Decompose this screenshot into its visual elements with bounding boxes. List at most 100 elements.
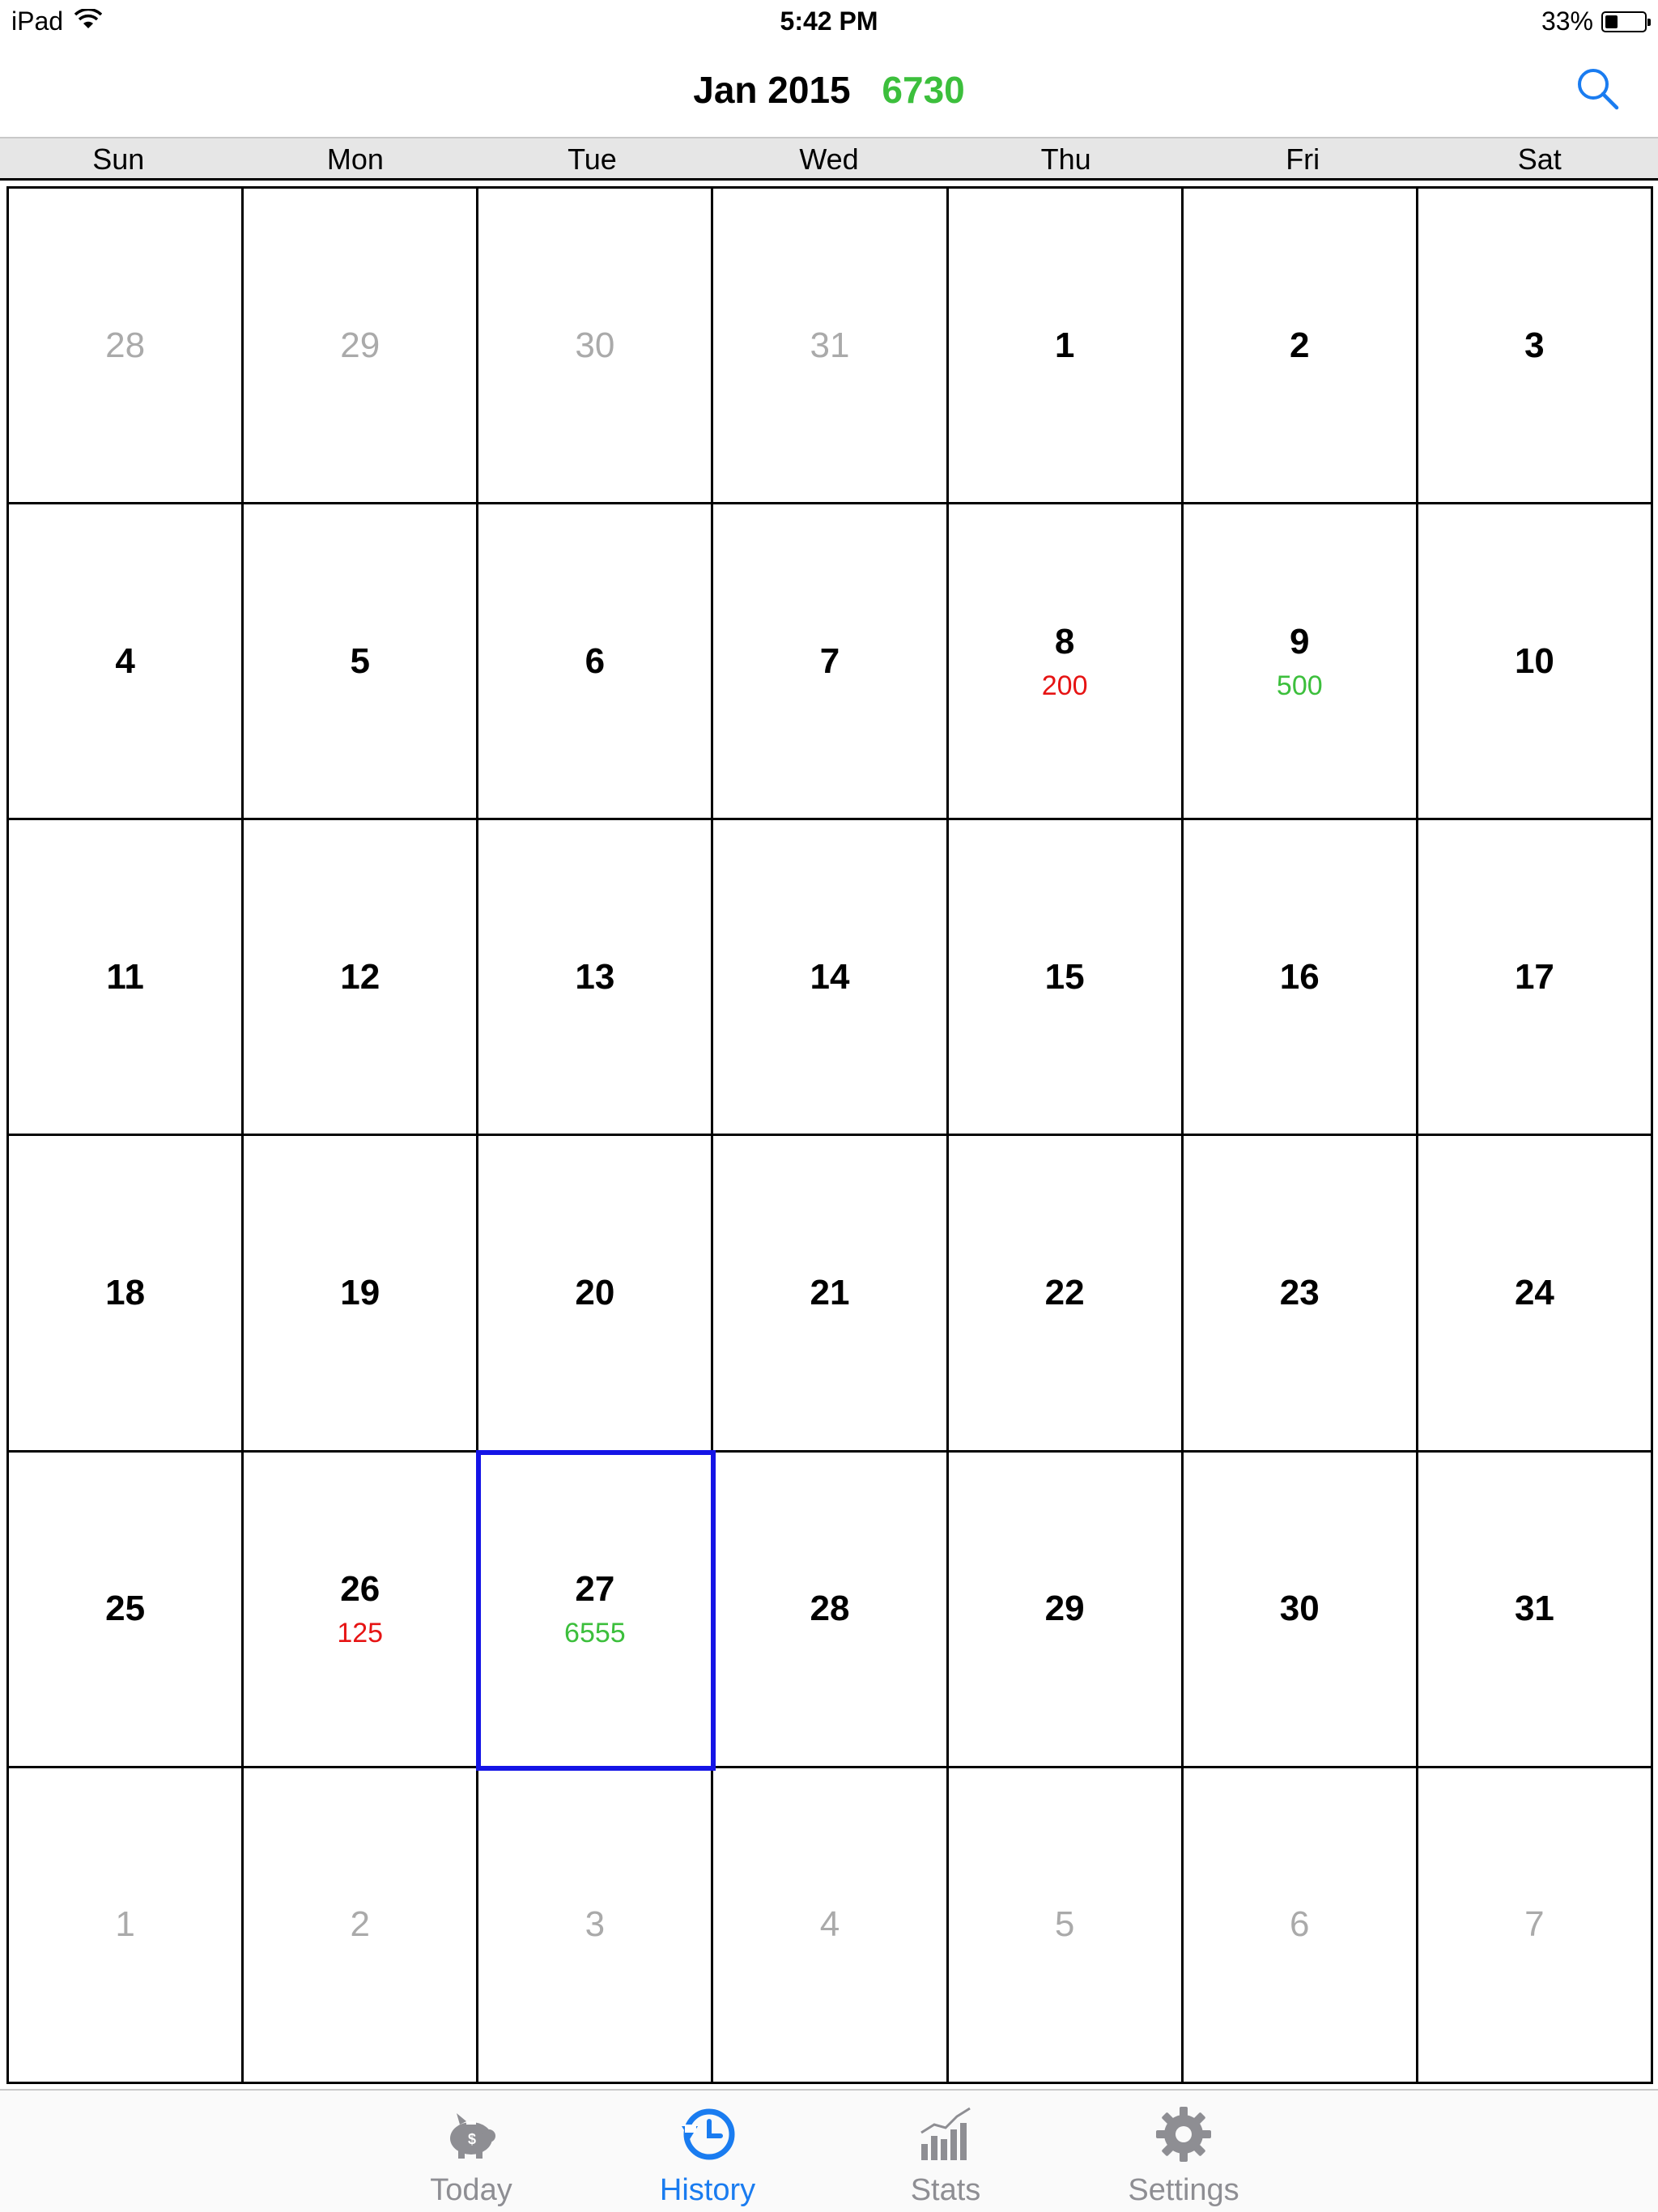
day-number: 12 xyxy=(340,956,380,997)
battery-icon xyxy=(1601,11,1651,32)
day-cell[interactable]: 19 xyxy=(244,1136,479,1453)
month-title: Jan 2015 xyxy=(693,69,851,111)
day-number: 27 xyxy=(575,1569,615,1610)
day-cell[interactable]: 10 xyxy=(1418,504,1653,821)
day-income-amount: 6555 xyxy=(564,1618,626,1649)
day-cell[interactable]: 4 xyxy=(9,504,244,821)
day-number: 3 xyxy=(585,1904,606,1945)
status-time: 5:42 PM xyxy=(780,6,878,36)
weekday-label: Fri xyxy=(1286,143,1320,176)
day-number: 13 xyxy=(575,956,615,997)
day-number: 30 xyxy=(1279,1589,1320,1629)
day-number: 7 xyxy=(1524,1904,1545,1945)
day-cell[interactable]: 15 xyxy=(948,820,1184,1137)
day-cell[interactable]: 11 xyxy=(9,820,244,1137)
day-cell[interactable]: 22 xyxy=(948,1136,1184,1453)
day-cell[interactable]: 13 xyxy=(478,820,714,1137)
day-cell[interactable]: 7 xyxy=(713,504,949,821)
tab-settings[interactable]: Settings xyxy=(1103,2102,1265,2208)
day-cell[interactable]: 14 xyxy=(713,820,949,1137)
day-cell[interactable]: 9 500 xyxy=(1183,504,1418,821)
day-number: 25 xyxy=(105,1589,146,1629)
day-cell[interactable]: 17 xyxy=(1418,820,1653,1137)
day-number: 29 xyxy=(340,325,380,365)
day-cell[interactable]: 5 xyxy=(244,504,479,821)
weekday-label: Sat xyxy=(1517,143,1562,176)
day-number: 2 xyxy=(1290,325,1310,365)
tab-label: Today xyxy=(430,2173,512,2207)
history-clock-icon xyxy=(682,2108,735,2160)
piggy-bank-icon: $ xyxy=(450,2113,495,2159)
search-button[interactable] xyxy=(1574,65,1622,113)
day-cell[interactable]: 23 xyxy=(1183,1136,1418,1453)
day-number: 1 xyxy=(1054,325,1075,365)
battery-percent: 33% xyxy=(1541,6,1593,36)
search-icon xyxy=(1578,69,1619,110)
day-number: 5 xyxy=(350,640,370,681)
day-expense-amount: 200 xyxy=(1041,670,1088,701)
tab-bar: $ Today History Stats Settings xyxy=(0,2089,1658,2212)
day-cell[interactable]: 1 xyxy=(948,189,1184,505)
day-cell[interactable]: 30 xyxy=(478,189,714,505)
day-number: 11 xyxy=(106,956,144,997)
day-cell[interactable]: 6 xyxy=(1183,1767,1418,2084)
day-number: 9 xyxy=(1290,621,1310,661)
tab-today[interactable]: $ Today xyxy=(390,2102,552,2208)
day-cell[interactable]: 31 xyxy=(713,189,949,505)
tab-label: Stats xyxy=(910,2173,981,2207)
day-cell[interactable]: 12 xyxy=(244,820,479,1137)
day-number: 29 xyxy=(1044,1589,1085,1629)
day-cell[interactable]: 28 xyxy=(713,1452,949,1768)
day-cell[interactable]: 2 xyxy=(244,1767,479,2084)
day-number: 2 xyxy=(350,1904,370,1945)
day-cell[interactable]: 21 xyxy=(713,1136,949,1453)
day-cell[interactable]: 16 xyxy=(1183,820,1418,1137)
day-number: 24 xyxy=(1514,1273,1554,1313)
battery-fill xyxy=(1605,15,1618,28)
day-cell[interactable]: 30 xyxy=(1183,1452,1418,1768)
day-cell[interactable]: 7 xyxy=(1418,1767,1653,2084)
day-cell[interactable]: 26 125 xyxy=(244,1452,479,1768)
day-cell[interactable]: 4 xyxy=(713,1767,949,2084)
svg-text:$: $ xyxy=(468,2131,476,2147)
tab-stats[interactable]: Stats xyxy=(865,2102,1027,2208)
day-cell[interactable]: 3 xyxy=(1418,189,1653,505)
day-cell[interactable]: 5 xyxy=(948,1767,1184,2084)
gear-icon xyxy=(1156,2107,1211,2162)
day-number: 20 xyxy=(575,1273,615,1313)
day-cell[interactable]: 28 xyxy=(9,189,244,505)
day-number: 31 xyxy=(1514,1589,1554,1629)
day-income-amount: 500 xyxy=(1276,670,1323,701)
battery-tip xyxy=(1647,18,1651,26)
day-cell[interactable]: 3 xyxy=(478,1767,714,2084)
weekday-label: Wed xyxy=(799,143,859,176)
day-cell[interactable]: 6 xyxy=(478,504,714,821)
day-cell[interactable]: 20 xyxy=(478,1136,714,1453)
day-number: 21 xyxy=(810,1273,850,1313)
tab-label: History xyxy=(659,2173,756,2207)
day-number: 28 xyxy=(105,325,146,365)
day-number: 22 xyxy=(1044,1273,1085,1313)
day-number: 17 xyxy=(1514,956,1554,997)
day-number: 28 xyxy=(810,1589,850,1629)
bar-chart-icon xyxy=(920,2107,971,2160)
day-number: 1 xyxy=(115,1904,135,1945)
weekday-label: Tue xyxy=(568,143,617,176)
tab-history[interactable]: History xyxy=(627,2102,789,2208)
day-cell[interactable]: 2 xyxy=(1183,189,1418,505)
day-cell[interactable]: 25 xyxy=(9,1452,244,1768)
day-expense-amount: 125 xyxy=(337,1618,384,1649)
day-cell[interactable]: 29 xyxy=(244,189,479,505)
day-number: 6 xyxy=(585,640,606,681)
day-cell[interactable]: 18 xyxy=(9,1136,244,1453)
month-total: 6730 xyxy=(882,69,965,111)
day-cell[interactable]: 31 xyxy=(1418,1452,1653,1768)
day-cell[interactable]: 1 xyxy=(9,1767,244,2084)
day-cell[interactable]: 24 xyxy=(1418,1136,1653,1453)
day-cell[interactable]: 29 xyxy=(948,1452,1184,1768)
day-number: 8 xyxy=(1054,621,1075,661)
day-cell-selected[interactable]: 27 6555 xyxy=(476,1449,716,1771)
weekday-label: Sun xyxy=(92,143,145,176)
day-number: 5 xyxy=(1054,1904,1075,1945)
day-cell[interactable]: 8 200 xyxy=(948,504,1184,821)
